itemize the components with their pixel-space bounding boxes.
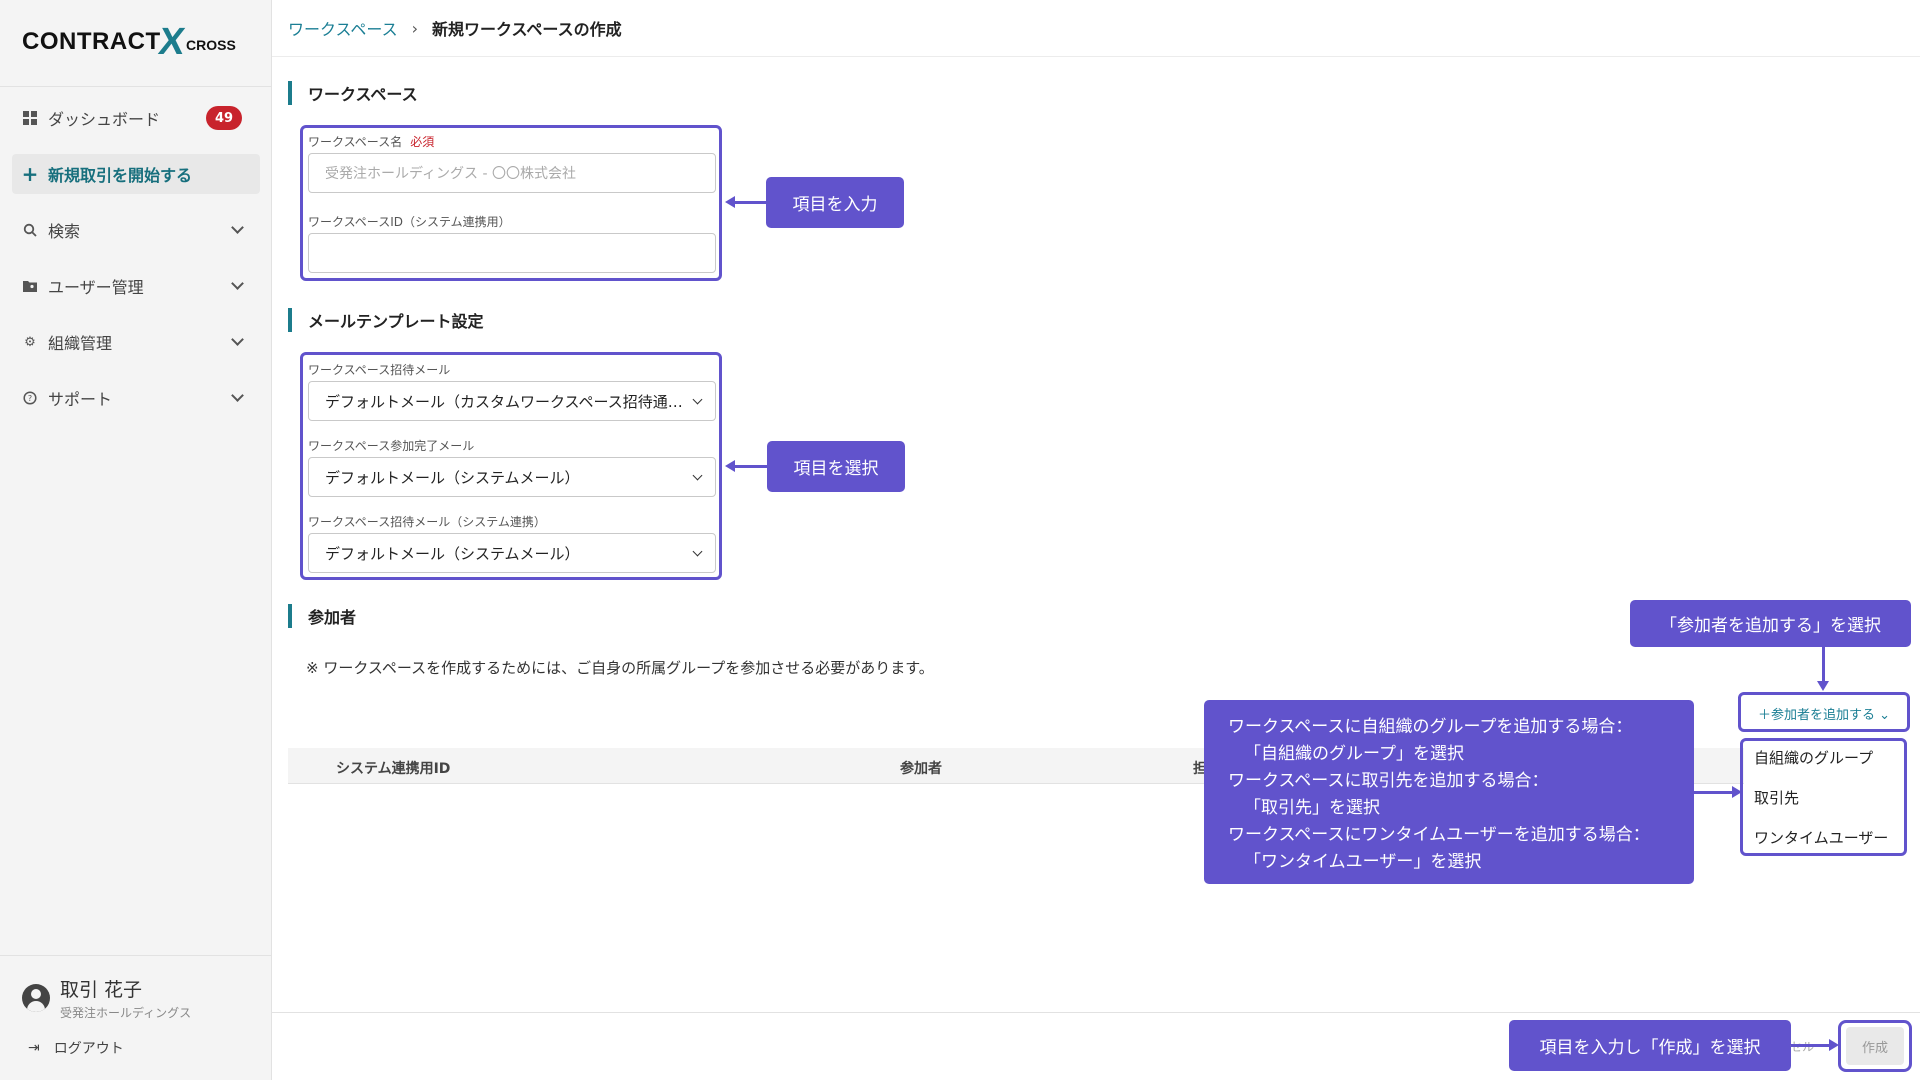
sidebar-item-search[interactable]: 検索 xyxy=(12,210,260,250)
app-logo[interactable]: CONTRACT X CROSS xyxy=(22,21,236,63)
annotation-arrow xyxy=(725,196,766,208)
callout-line: 「取引先」を選択 xyxy=(1244,798,1380,818)
notification-badge: 49 xyxy=(206,106,242,130)
dropdown-item-onetime-user[interactable]: ワンタイムユーザー xyxy=(1754,827,1888,848)
chevron-down-icon xyxy=(231,277,244,290)
workspace-id-label: ワークスペースID（システム連携用） xyxy=(308,215,511,229)
workspace-name-placeholder: 受発注ホールディングス - 〇〇株式会社 xyxy=(325,166,576,182)
sidebar-divider xyxy=(0,955,272,956)
dropdown-item-partner[interactable]: 取引先 xyxy=(1754,787,1799,808)
section-title-participants: 参加者 xyxy=(288,604,356,628)
invite-mail-select[interactable]: デフォルトメール（カスタムワークスペース招待通知メール） xyxy=(308,381,716,421)
callout-line: ワークスペースにワンタイムユーザーを追加する場合： xyxy=(1228,825,1650,845)
section-title-workspace: ワークスペース xyxy=(288,81,418,105)
dashboard-icon xyxy=(22,110,38,126)
user-org: 受発注ホールディングス xyxy=(60,1006,192,1020)
callout-line: 「ワンタイムユーザー」を選択 xyxy=(1244,852,1482,872)
chevron-down-icon xyxy=(231,389,244,402)
dropdown-item-own-group[interactable]: 自組織のグループ xyxy=(1754,747,1873,768)
complete-mail-label: ワークスペース参加完了メール xyxy=(308,439,475,453)
system-mail-select[interactable]: デフォルトメール（システムメール） xyxy=(308,533,716,573)
user-profile[interactable]: 取引 花子 受発注ホールディングス xyxy=(22,975,191,1021)
sidebar-item-label: ユーザー管理 xyxy=(48,278,144,297)
callout-line: ワークスペースに自組織のグループを追加する場合： xyxy=(1228,717,1633,737)
plus-icon: + xyxy=(21,162,39,186)
column-system-id: システム連携用ID xyxy=(336,761,451,777)
logo-text-left: CONTRACT xyxy=(22,28,161,55)
sidebar-item-new-deal[interactable]: + 新規取引を開始する xyxy=(12,154,260,194)
callout-line: 「自組織のグループ」を選択 xyxy=(1244,744,1464,764)
system-mail-label: ワークスペース招待メール（システム連携） xyxy=(308,515,546,529)
folder-user-icon xyxy=(22,278,38,294)
chevron-down-icon xyxy=(231,333,244,346)
header-divider xyxy=(272,56,1920,57)
sidebar-item-label: ダッシュボード xyxy=(48,110,161,129)
logout-link[interactable]: ⇥ ログアウト xyxy=(28,1038,124,1058)
sidebar-item-label: 組織管理 xyxy=(48,334,113,353)
avatar xyxy=(22,984,50,1012)
workspace-name-label-text: ワークスペース名 xyxy=(308,135,403,149)
annotation-arrow xyxy=(1817,647,1829,691)
system-mail-value: デフォルトメール（システムメール） xyxy=(325,544,580,563)
user-name: 取引 花子 xyxy=(60,979,143,1001)
sidebar-item-label: 新規取引を開始する xyxy=(48,166,193,185)
chevron-down-icon xyxy=(692,546,703,557)
sidebar-item-dashboard[interactable]: ダッシュボード 49 xyxy=(12,98,260,138)
column-participant: 参加者 xyxy=(900,761,942,777)
footer-divider xyxy=(272,1012,1920,1013)
add-participant-dropdown: 自組織のグループ 取引先 ワンタイムユーザー xyxy=(1744,742,1903,852)
sidebar-item-label: 検索 xyxy=(48,222,81,241)
participants-note: ※ ワークスペースを作成するためには、ご自身の所属グループを参加させる必要があり… xyxy=(306,659,934,677)
sidebar: CONTRACT X CROSS ダッシュボード 49 + 新規取引を開始する … xyxy=(0,0,272,1080)
invite-mail-label: ワークスペース招待メール xyxy=(308,363,451,377)
sidebar-item-user-management[interactable]: ユーザー管理 xyxy=(12,266,260,306)
callout-create: 項目を入力し「作成」を選択 xyxy=(1509,1020,1791,1071)
sidebar-item-org-management[interactable]: ⚙ 組織管理 xyxy=(12,322,260,362)
page-title: 新規ワークスペースの作成 xyxy=(432,20,622,39)
breadcrumb-workspace-link[interactable]: ワークスペース xyxy=(288,16,398,40)
workspace-id-input[interactable] xyxy=(308,233,716,273)
workspace-name-input[interactable]: 受発注ホールディングス - 〇〇株式会社 xyxy=(308,153,716,193)
chevron-down-icon xyxy=(692,470,703,481)
complete-mail-value: デフォルトメール（システムメール） xyxy=(325,468,580,487)
workspace-name-label: ワークスペース名 必須 xyxy=(308,133,434,150)
logo-x: X xyxy=(155,21,187,63)
logout-icon: ⇥ xyxy=(28,1040,40,1056)
breadcrumb: ワークスペース › 新規ワークスペースの作成 xyxy=(288,16,622,40)
help-icon: ? xyxy=(22,390,38,406)
sidebar-item-label: サポート xyxy=(48,390,113,409)
logout-label: ログアウト xyxy=(53,1041,124,1057)
sidebar-divider xyxy=(0,86,272,87)
callout-participant-types: ワークスペースに自組織のグループを追加する場合： 「自組織のグループ」を選択 ワ… xyxy=(1204,700,1694,884)
chevron-down-icon xyxy=(231,221,244,234)
svg-text:?: ? xyxy=(28,394,32,403)
complete-mail-select[interactable]: デフォルトメール（システムメール） xyxy=(308,457,716,497)
annotation-arrow xyxy=(1791,1039,1839,1051)
gear-icon: ⚙ xyxy=(24,334,36,350)
callout-add-participant: 「参加者を追加する」を選択 xyxy=(1630,600,1911,647)
callout-input: 項目を入力 xyxy=(766,177,904,228)
logo-text-right: CROSS xyxy=(186,37,236,53)
create-button[interactable]: 作成 xyxy=(1846,1027,1904,1065)
invite-mail-value: デフォルトメール（カスタムワークスペース招待通知メール） xyxy=(325,392,695,411)
annotation-arrow xyxy=(1694,786,1742,798)
section-title-mail-template: メールテンプレート設定 xyxy=(288,308,484,332)
chevron-right-icon: › xyxy=(411,18,419,38)
annotation-arrow xyxy=(725,460,767,472)
add-participant-button[interactable]: ＋参加者を追加する ⌄ xyxy=(1743,697,1905,729)
required-badge: 必須 xyxy=(410,135,435,149)
callout-select: 項目を選択 xyxy=(767,441,905,492)
callout-line: ワークスペースに取引先を追加する場合： xyxy=(1228,771,1549,791)
sidebar-item-support[interactable]: ? サポート xyxy=(12,378,260,418)
search-icon xyxy=(22,222,38,238)
